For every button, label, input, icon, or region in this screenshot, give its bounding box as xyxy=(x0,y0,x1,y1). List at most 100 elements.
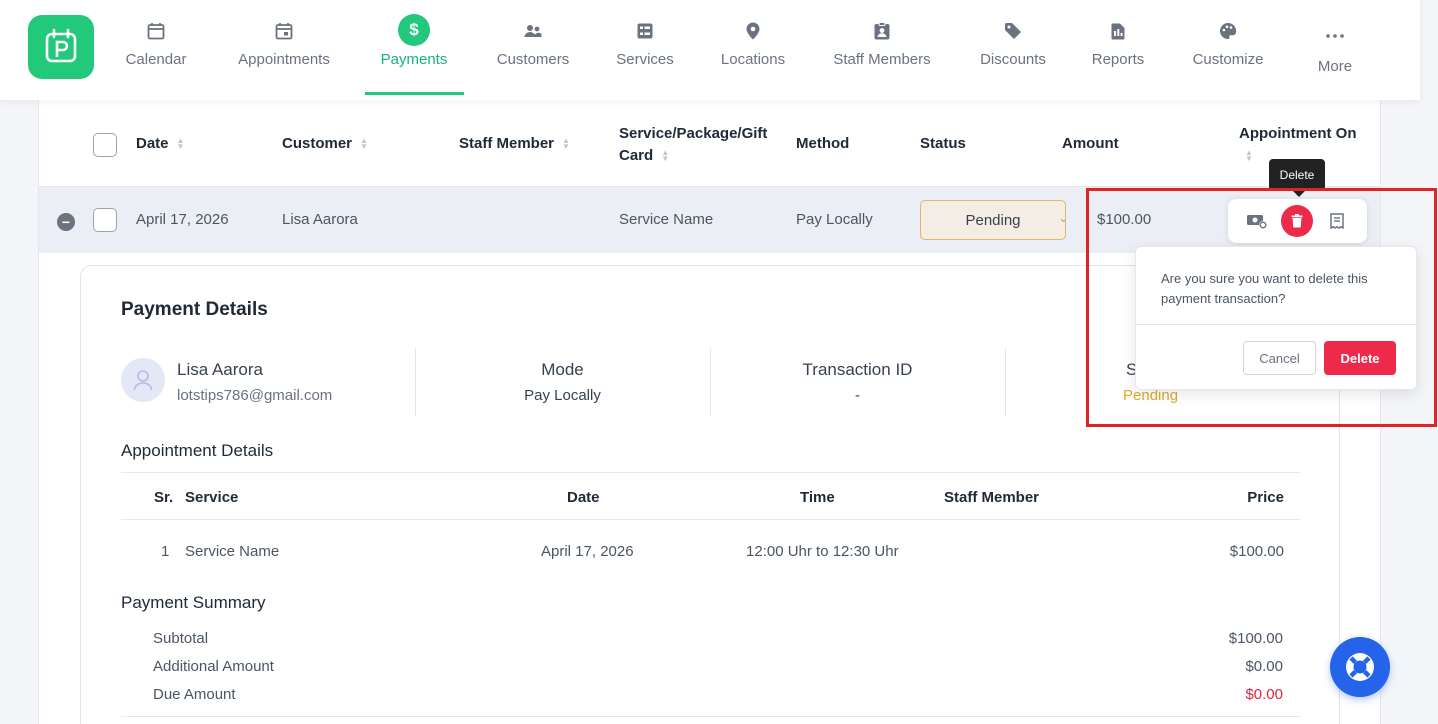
nav-calendar[interactable]: Calendar xyxy=(118,0,194,96)
subtotal-label: Subtotal xyxy=(153,630,209,647)
nav-label: More xyxy=(1317,58,1353,75)
nav-locations[interactable]: Locations xyxy=(714,0,792,96)
id-badge-icon xyxy=(874,19,890,43)
nav-customize[interactable]: Customize xyxy=(1184,0,1272,96)
due-amount-label: Due Amount xyxy=(153,686,236,703)
sort-icon[interactable]: ▲ ▼ xyxy=(177,137,185,151)
cancel-button[interactable]: Cancel xyxy=(1243,341,1316,375)
app-logo[interactable] xyxy=(28,15,94,79)
help-button[interactable] xyxy=(1330,637,1390,697)
nav-label: Customize xyxy=(1192,51,1264,68)
status-select[interactable]: Pending ⌄ xyxy=(920,200,1066,240)
nav-customers[interactable]: Customers xyxy=(490,0,576,96)
tag-icon xyxy=(1004,19,1022,43)
column-label: Staff Member xyxy=(459,135,555,152)
map-pin-icon xyxy=(746,19,760,43)
customer-email: lotstips786@gmail.com xyxy=(177,387,333,404)
sort-icon[interactable]: ▲ ▼ xyxy=(360,137,368,151)
nav-label: Calendar xyxy=(125,51,187,68)
delete-confirm-popover: Are you sure you want to delete this pay… xyxy=(1135,246,1417,390)
mode-value: Pay Locally xyxy=(524,387,601,404)
transaction-id-label: Transaction ID xyxy=(802,360,913,379)
avatar xyxy=(121,358,165,402)
ellipsis-icon xyxy=(1326,24,1344,48)
appt-col-time: Time xyxy=(800,489,835,506)
mode-label: Mode xyxy=(541,360,584,379)
nav-label: Appointments xyxy=(238,51,330,68)
row-amount: $100.00 xyxy=(1097,211,1152,228)
divider xyxy=(121,519,1300,520)
appt-col-staff: Staff Member xyxy=(944,489,1040,506)
appt-row-price: $100.00 xyxy=(1229,543,1284,560)
calendar-icon xyxy=(147,19,165,43)
select-all-checkbox[interactable] xyxy=(93,133,117,157)
collapse-row-icon[interactable]: − xyxy=(57,213,75,231)
appt-row-date: April 17, 2026 xyxy=(541,543,634,560)
column-label: Card xyxy=(619,147,654,164)
divider xyxy=(1005,348,1006,416)
row-method: Pay Locally xyxy=(796,211,873,228)
appt-row-service: Service Name xyxy=(185,543,280,560)
nav-label: Locations xyxy=(720,51,786,68)
confirm-delete-button[interactable]: Delete xyxy=(1324,341,1396,375)
report-icon xyxy=(1111,19,1125,43)
column-staff-member[interactable]: Staff Member ▲ ▼ xyxy=(459,135,570,152)
payments-table-card: Date ▲ ▼ Customer ▲ ▼ Staff Member ▲ ▼ Service… xyxy=(38,100,1381,724)
column-label: Service/Package/Gift xyxy=(619,125,768,142)
nav-more[interactable]: More xyxy=(1308,0,1362,96)
active-tab-indicator xyxy=(365,92,464,95)
nav-payments[interactable]: $ Payments xyxy=(366,0,462,96)
delete-tooltip: Delete xyxy=(1269,159,1325,197)
nav-label: Discounts xyxy=(980,51,1046,68)
top-navigation: Calendar Appointments $ Payments Custome… xyxy=(0,0,1420,100)
divider xyxy=(710,348,711,416)
column-amount: Amount xyxy=(1062,135,1119,152)
transaction-id-value: - xyxy=(855,387,860,404)
logo-icon xyxy=(45,28,77,63)
appointment-details-title: Appointment Details xyxy=(121,441,274,460)
confirm-message: Are you sure you want to delete this pay… xyxy=(1161,271,1368,306)
invoice-button[interactable] xyxy=(1321,205,1353,237)
lifebuoy-icon xyxy=(1346,653,1374,681)
column-status: Status xyxy=(920,135,966,152)
table-header: Date ▲ ▼ Customer ▲ ▼ Staff Member ▲ ▼ Service… xyxy=(39,100,1380,187)
grid-list-icon xyxy=(637,19,653,43)
nav-label: Customers xyxy=(496,51,570,68)
nav-reports[interactable]: Reports xyxy=(1086,0,1150,96)
nav-label: Payments xyxy=(380,51,448,68)
calendar-check-icon xyxy=(275,19,293,43)
nav-services[interactable]: Services xyxy=(610,0,680,96)
row-service: Service Name xyxy=(619,211,714,228)
users-icon xyxy=(524,19,542,43)
payment-details-title: Payment Details xyxy=(121,299,268,320)
row-customer: Lisa Aarora xyxy=(282,211,358,228)
nav-label: Reports xyxy=(1091,51,1145,68)
row-date: April 17, 2026 xyxy=(136,211,229,228)
row-checkbox[interactable] xyxy=(93,208,117,232)
divider xyxy=(1136,324,1416,325)
invoice-icon xyxy=(1330,213,1344,229)
column-label: Appointment On xyxy=(1239,125,1357,142)
column-customer[interactable]: Customer ▲ ▼ xyxy=(282,135,368,152)
sort-icon[interactable]: ▲ ▼ xyxy=(562,137,570,151)
nav-staff-members[interactable]: Staff Members xyxy=(826,0,938,96)
delete-button[interactable] xyxy=(1281,205,1313,237)
column-service[interactable]: Service/Package/Gift Card ▲ ▼ xyxy=(619,123,767,167)
nav-appointments[interactable]: Appointments xyxy=(230,0,338,96)
sort-icon[interactable]: ▲ ▼ xyxy=(1245,149,1253,163)
payment-row[interactable]: − April 17, 2026 Lisa Aarora Service Nam… xyxy=(39,187,1380,253)
dollar-icon: $ xyxy=(398,14,430,46)
nav-label: Staff Members xyxy=(833,51,931,68)
payment-summary-title: Payment Summary xyxy=(121,593,266,612)
appt-col-price: Price xyxy=(1247,489,1284,506)
divider xyxy=(415,348,416,416)
money-settings-icon xyxy=(1247,215,1267,229)
chevron-down-icon: ⌄ xyxy=(1058,210,1065,226)
sort-icon[interactable]: ▲ ▼ xyxy=(661,149,669,163)
nav-discounts[interactable]: Discounts xyxy=(974,0,1052,96)
appt-row-sr: 1 xyxy=(161,543,170,560)
column-date[interactable]: Date ▲ ▼ xyxy=(136,135,184,152)
subtotal-value: $100.00 xyxy=(1228,630,1283,647)
refund-button[interactable] xyxy=(1241,205,1273,237)
user-icon xyxy=(133,370,153,391)
